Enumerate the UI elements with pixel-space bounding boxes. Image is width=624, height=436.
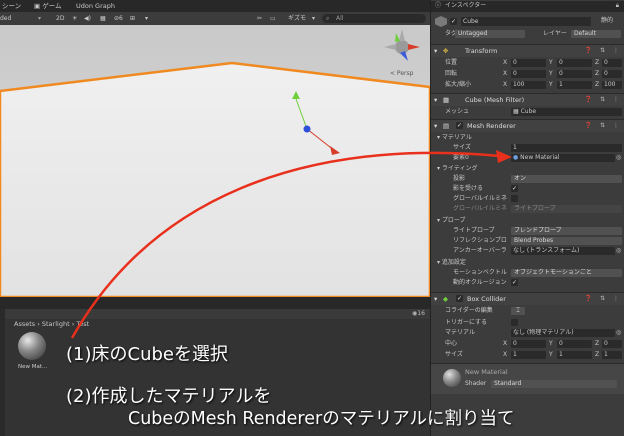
annotation-step1: (1)床のCubeを選択 [66,344,228,365]
annotation-step3: CubeのMesh Rendererのマテリアルに割り当て [128,409,515,429]
annotation-arrow [70,150,512,339]
